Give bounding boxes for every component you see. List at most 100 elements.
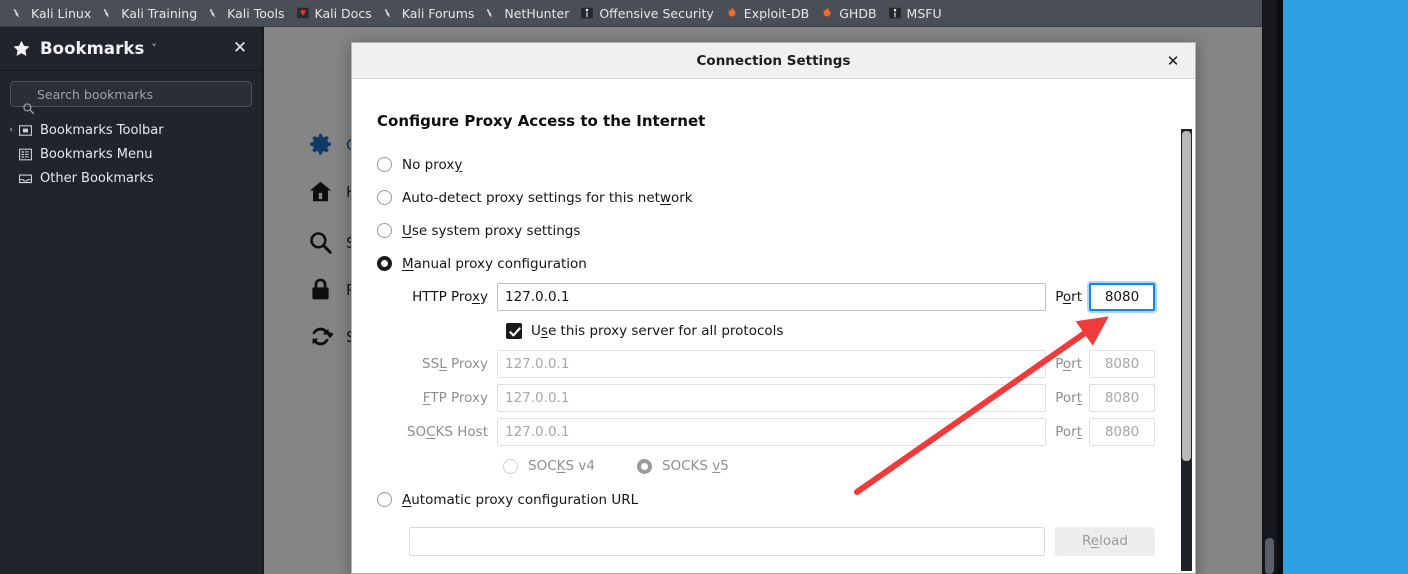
dialog-scrollbar-thumb[interactable] xyxy=(1182,131,1191,461)
bookmark-label: NetHunter xyxy=(504,5,570,21)
checkbox-checked-icon[interactable] xyxy=(506,322,522,339)
proxy-host-input-0[interactable] xyxy=(497,283,1047,311)
proxy-row-0: HTTP Proxy Port xyxy=(377,280,1155,314)
radio-unselected-icon[interactable] xyxy=(377,223,392,238)
kali-dragon-icon xyxy=(104,8,110,18)
pac-url-radio-row[interactable]: Automatic proxy configuration URL xyxy=(377,483,1155,516)
bookmark-item-4[interactable]: Kali Forums xyxy=(379,3,482,24)
bookmark-item-9[interactable]: MSFU xyxy=(884,3,949,24)
window-outer-edge xyxy=(1277,0,1283,574)
bookmarks-sidebar: Bookmarks ˅ ✕ › Bookmarks Toolbar Bookmark… xyxy=(0,27,263,574)
radio-selected-icon[interactable] xyxy=(377,256,392,271)
radio-unselected-icon xyxy=(503,458,518,474)
proxy-host-input-3 xyxy=(497,418,1047,446)
bookmark-item-0[interactable]: Kali Linux xyxy=(8,3,98,24)
bookmarks-tree: › Bookmarks Toolbar Bookmarks Menu Other Bo… xyxy=(0,107,262,190)
bookmark-item-8[interactable]: GHDB xyxy=(816,3,883,24)
bookmark-label: Kali Docs xyxy=(314,5,372,21)
bookmark-label: Kali Tools xyxy=(227,5,285,21)
radio-unselected-icon[interactable] xyxy=(377,190,392,205)
http-proxy-row: HTTP Proxy Port xyxy=(377,280,1155,314)
proxy-mode-label: Use system proxy settings xyxy=(402,222,581,239)
kali-dragon-icon xyxy=(487,8,494,18)
sidebar-search-wrap xyxy=(0,71,262,107)
proxy-row-3: SOCKS Host Port xyxy=(377,415,1155,449)
bookmark-item-1[interactable]: Kali Training xyxy=(98,3,204,24)
proxy-mode-option-2[interactable]: Use system proxy settings xyxy=(377,214,1155,247)
port-label: Port xyxy=(1055,356,1082,372)
search-input[interactable] xyxy=(10,81,252,107)
radio-unselected-icon[interactable] xyxy=(377,492,392,507)
sidebar-title: Bookmarks xyxy=(40,39,145,58)
secondary-proxy-rows: SSL Proxy Port FTP Proxy Port SOCKS Host Port xyxy=(377,347,1155,449)
proxy-mode-option-1[interactable]: Auto-detect proxy settings for this netw… xyxy=(377,181,1155,214)
bookmark-item-3[interactable]: Kali Docs xyxy=(292,3,379,24)
dialog-close-button[interactable]: ✕ xyxy=(1151,43,1195,78)
radio-unselected-icon[interactable] xyxy=(377,157,392,172)
dialog-title: Connection Settings xyxy=(696,52,851,69)
offsec-icon xyxy=(581,7,594,19)
flame-icon xyxy=(728,7,736,17)
chevron-down-icon[interactable]: ˅ xyxy=(151,43,157,54)
port-label: Port xyxy=(1055,289,1082,305)
menu-list-icon xyxy=(19,148,32,160)
proxy-host-input-1 xyxy=(497,350,1047,378)
dialog-titlebar: Connection Settings ✕ xyxy=(352,43,1195,79)
pac-url-label: Automatic proxy configuration URL xyxy=(402,491,639,508)
star-icon xyxy=(13,40,30,56)
socks-version-label: SOCKS v4 xyxy=(528,458,595,474)
socks-version-radio-group: SOCKS v4 SOCKS v5 xyxy=(377,449,1155,483)
bookmark-item-2[interactable]: Kali Tools xyxy=(204,3,291,24)
kali-dragon-icon xyxy=(209,8,216,18)
proxy-mode-option-0[interactable]: No proxy xyxy=(377,148,1155,181)
connection-settings-dialog: Connection Settings ✕ Configure Proxy Ac… xyxy=(351,42,1196,574)
proxy-row-label: HTTP Proxy xyxy=(412,289,488,305)
pac-url-row: Reload xyxy=(377,521,1155,561)
folder-icon xyxy=(19,174,32,183)
bookmark-tree-item-1[interactable]: Bookmarks Menu xyxy=(0,142,262,166)
dialog-body: Configure Proxy Access to the Internet N… xyxy=(352,79,1195,573)
bookmark-item-5[interactable]: NetHunter xyxy=(481,3,576,24)
bookmarks-toolbar: Kali Linux Kali Training Kali Tools Kali Do… xyxy=(0,0,1277,27)
proxy-row-label: SSL Proxy xyxy=(422,356,488,372)
section-heading: Configure Proxy Access to the Internet xyxy=(377,112,706,130)
pac-url-input[interactable] xyxy=(409,526,1045,556)
proxy-port-input-3 xyxy=(1089,418,1155,446)
proxy-row-label: FTP Proxy xyxy=(422,390,488,406)
proxy-port-input-2 xyxy=(1089,384,1155,412)
bookmark-label: Kali Forums xyxy=(401,5,475,21)
bookmark-label: Kali Training xyxy=(121,5,198,21)
proxy-port-input-1 xyxy=(1089,350,1155,378)
page-scrollbar-thumb[interactable] xyxy=(1265,538,1274,574)
dialog-scrollbar[interactable] xyxy=(1181,129,1192,571)
proxy-mode-radio-group: No proxy Auto-detect proxy settings for t… xyxy=(377,148,1155,280)
radio-selected-icon xyxy=(636,458,652,474)
proxy-mode-option-3[interactable]: Manual proxy configuration xyxy=(377,247,1155,280)
proxy-host-input-2 xyxy=(497,384,1047,412)
bookmark-item-6[interactable]: Offensive Security xyxy=(576,3,720,24)
bookmark-label: GHDB xyxy=(839,5,877,21)
bookmark-tree-item-0[interactable]: › Bookmarks Toolbar xyxy=(0,118,262,142)
port-label: Port xyxy=(1055,424,1082,440)
flame-icon xyxy=(823,7,831,17)
port-label: Port xyxy=(1055,390,1082,406)
tree-item-label: Bookmarks Toolbar xyxy=(40,122,164,138)
sidebar-close-button[interactable]: ✕ xyxy=(230,39,250,59)
twisty-icon[interactable]: › xyxy=(4,125,18,135)
proxy-port-input-0[interactable] xyxy=(1089,283,1155,311)
bookmark-tree-item-2[interactable]: Other Bookmarks xyxy=(0,166,262,190)
proxy-row-2: FTP Proxy Port xyxy=(377,381,1155,415)
toolbar-icon xyxy=(19,124,32,136)
proxy-mode-label: Auto-detect proxy settings for this netw… xyxy=(402,189,693,206)
tree-item-label: Other Bookmarks xyxy=(40,170,154,186)
proxy-row-label: SOCKS Host xyxy=(406,424,488,440)
reload-button[interactable]: Reload xyxy=(1055,526,1155,556)
kali-docs-icon xyxy=(296,7,309,19)
browser-window: Kali Linux Kali Training Kali Tools Kali Do… xyxy=(0,0,1277,574)
kali-dragon-icon xyxy=(384,8,391,18)
bookmark-item-7[interactable]: Exploit-DB xyxy=(721,3,816,24)
proxy-mode-label: Manual proxy configuration xyxy=(402,255,587,272)
all-protocols-checkbox-row[interactable]: Use this proxy server for all protocols xyxy=(377,314,1155,347)
all-protocols-label: Use this proxy server for all protocols xyxy=(531,322,784,339)
proxy-mode-label: No proxy xyxy=(402,156,463,173)
